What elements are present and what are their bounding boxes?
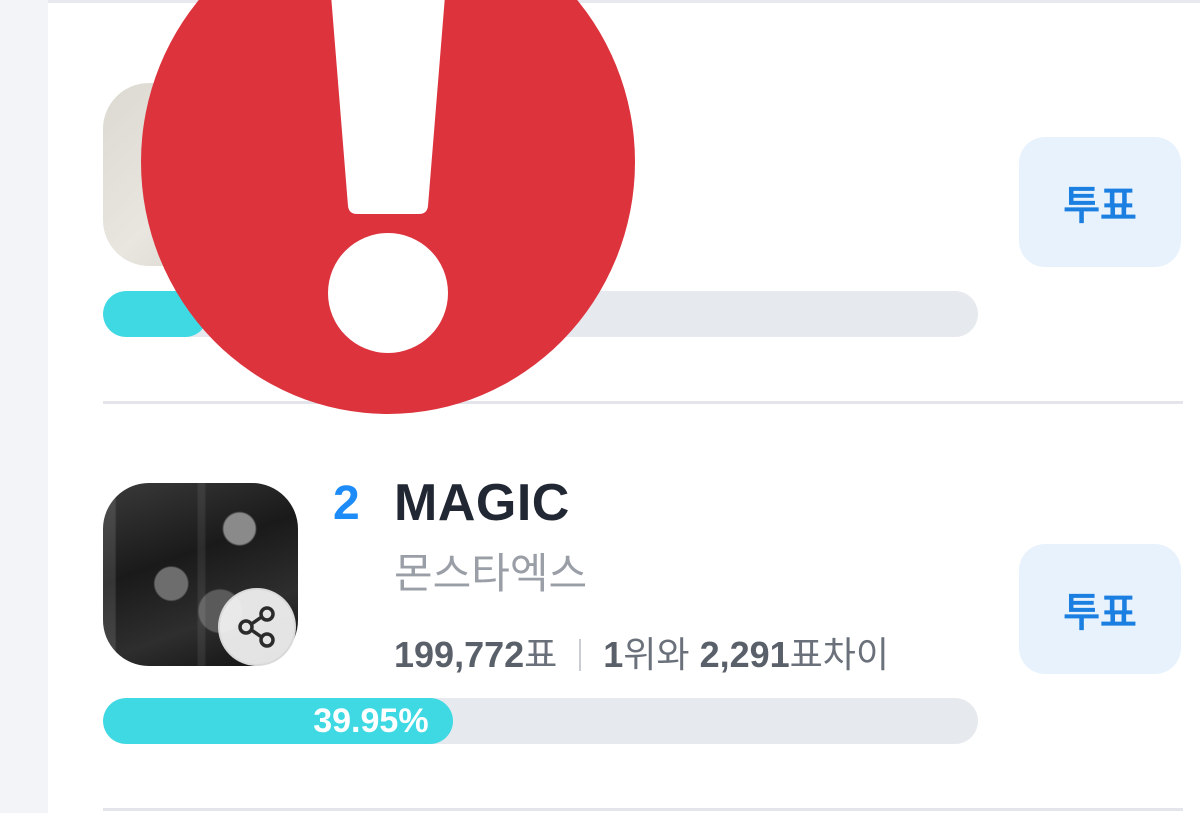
row-divider <box>103 808 1183 811</box>
artist-name: 몬스타엑스 <box>394 550 588 597</box>
vote-progress-bar: 39.95% <box>103 698 978 744</box>
vote-gap: 2,291 <box>699 634 790 675</box>
vote-gap-unit: 표차이 <box>789 634 890 675</box>
vote-percentage: 39.95% <box>313 702 429 740</box>
song-title: MAGIC <box>394 474 570 532</box>
vote-button[interactable]: 투표 <box>1019 137 1181 267</box>
vote-count: 199,772 <box>394 634 525 675</box>
vote-stats: 199,772표 1위와 2,291표차이 <box>394 626 889 678</box>
share-button[interactable] <box>218 588 296 666</box>
left-gutter <box>0 0 48 813</box>
rank-number: 2 <box>333 477 360 530</box>
vote-button[interactable]: 투표 <box>1019 544 1181 674</box>
reference-rank: 1 <box>603 634 624 675</box>
vote-progress-fill: 39.95% <box>103 698 453 744</box>
stats-separator <box>579 639 582 671</box>
vote-unit: 표 <box>524 634 558 675</box>
exclamation-alert-icon <box>141 0 635 414</box>
share-icon <box>238 606 275 648</box>
reference-rank-unit: 위와 <box>623 634 690 675</box>
